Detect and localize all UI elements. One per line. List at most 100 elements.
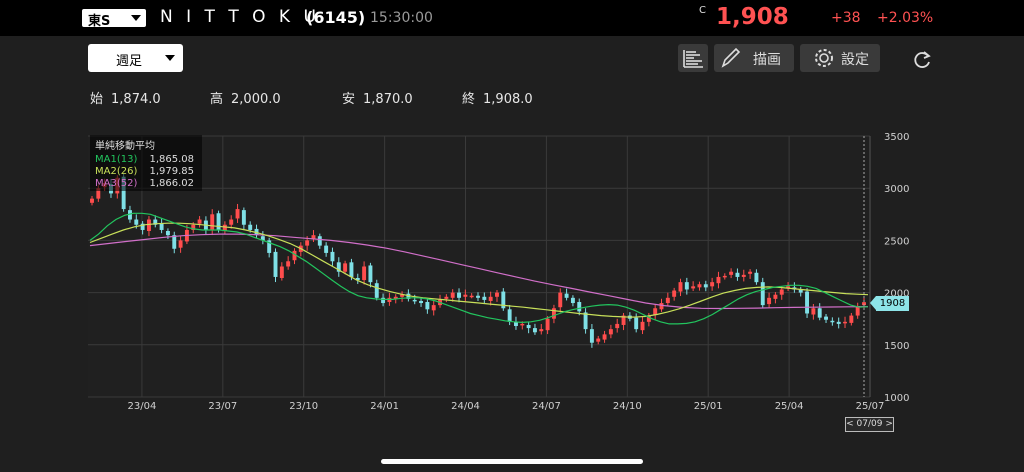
y-tick-label: 1500 xyxy=(884,341,909,352)
candle-body xyxy=(760,282,765,306)
candle-body xyxy=(849,315,854,323)
candle-body xyxy=(488,296,493,301)
draw-label: 描画 xyxy=(753,52,781,68)
candle-body xyxy=(665,297,670,304)
bar-list-icon xyxy=(683,50,703,68)
candle-body xyxy=(532,328,537,333)
crosshair-date: < 07/09 > xyxy=(845,417,894,432)
candle-body xyxy=(577,301,582,312)
candle-body xyxy=(444,296,449,299)
y-tick-label: 3000 xyxy=(884,184,909,195)
candle-body xyxy=(482,296,487,300)
candle-body xyxy=(317,236,322,246)
candle-body xyxy=(349,262,354,277)
candle-body xyxy=(684,282,689,290)
candle-body xyxy=(583,312,588,330)
candle-body xyxy=(615,323,620,329)
candle-body xyxy=(90,198,94,203)
price-change: +38 xyxy=(831,10,861,26)
candle-body xyxy=(672,290,677,297)
stock-code: (6145) xyxy=(306,8,366,27)
candle-body xyxy=(241,210,246,225)
candle-body xyxy=(374,283,379,298)
candle-body xyxy=(495,292,499,297)
settings-label: 設定 xyxy=(841,52,869,68)
period-label: 週足 xyxy=(116,54,143,69)
x-tick-label: 25/04 xyxy=(775,401,804,412)
candle-body xyxy=(419,300,424,304)
candle-body xyxy=(450,292,455,298)
candle-body xyxy=(507,309,512,322)
open-value: 始 1,874.0 xyxy=(90,92,161,107)
x-tick-label: 25/01 xyxy=(694,401,723,412)
candle-body xyxy=(767,297,772,305)
candle-body xyxy=(279,266,284,278)
candle-body xyxy=(286,261,291,267)
candle-body xyxy=(779,289,784,295)
x-tick-label: 24/10 xyxy=(613,401,642,412)
gear-icon xyxy=(815,49,833,67)
candle-body xyxy=(805,291,810,314)
settings-button[interactable]: 設定 xyxy=(800,44,880,72)
candle-body xyxy=(678,282,683,292)
candle-body xyxy=(178,240,183,248)
candle-body xyxy=(469,295,474,298)
candle-body xyxy=(836,321,841,324)
candle-body xyxy=(735,272,740,277)
candle-body xyxy=(729,271,734,275)
candle-body xyxy=(558,292,563,308)
x-tick-label: 23/10 xyxy=(289,401,318,412)
candle-body xyxy=(830,320,835,323)
candle-body xyxy=(545,318,550,331)
candle-body xyxy=(570,297,575,304)
candle-body xyxy=(817,308,822,318)
plot-area xyxy=(88,136,870,397)
x-tick-label: 23/04 xyxy=(128,401,157,412)
candle-body xyxy=(172,235,177,249)
y-tick-label: 3500 xyxy=(884,132,909,143)
candle-body xyxy=(520,323,525,326)
candle-body xyxy=(146,219,151,232)
candle-body xyxy=(343,263,348,272)
quote-time: 15:30:00 xyxy=(370,10,433,26)
candle-body xyxy=(602,334,607,340)
close-value: 終 1,908.0 xyxy=(462,92,533,107)
candle-body xyxy=(165,231,170,236)
y-tick-label: 1000 xyxy=(884,393,909,404)
x-tick-label: 24/07 xyxy=(532,401,561,412)
candle-body xyxy=(134,219,139,225)
chevron-down-icon xyxy=(165,55,175,61)
candle-body xyxy=(305,240,310,246)
period-selector[interactable]: 週足 xyxy=(88,44,183,72)
high-value: 高 2,000.0 xyxy=(210,92,281,107)
indicator-list-button[interactable] xyxy=(678,44,708,72)
candle-body xyxy=(457,292,461,298)
candle-body xyxy=(330,251,335,262)
candle-body xyxy=(659,303,664,310)
draw-button[interactable]: 描画 xyxy=(714,44,794,72)
legend-ma1: MA1(13) 1,865.08 xyxy=(95,154,194,165)
candle-body xyxy=(843,321,847,324)
candle-body xyxy=(691,286,696,289)
refresh-icon[interactable] xyxy=(910,48,934,72)
candle-body xyxy=(324,245,329,253)
candle-body xyxy=(640,321,645,331)
market-selector[interactable]: 東S xyxy=(82,9,146,29)
candle-body xyxy=(412,299,417,302)
candle-body xyxy=(754,272,759,283)
market-label: 東S xyxy=(88,14,111,29)
candle-body xyxy=(710,282,715,287)
candle-body xyxy=(551,308,556,319)
candle-body xyxy=(539,329,544,332)
candle-body xyxy=(773,294,778,299)
candle-body xyxy=(248,224,253,230)
candle-body xyxy=(703,284,708,288)
close-mark: C xyxy=(699,5,706,16)
candle-body xyxy=(589,329,594,343)
candle-body xyxy=(210,214,215,230)
candle-body xyxy=(197,219,202,224)
candle-body xyxy=(381,297,386,304)
candle-body xyxy=(273,251,278,277)
candle-body xyxy=(748,271,753,274)
y-tick-label: 2500 xyxy=(884,236,909,247)
